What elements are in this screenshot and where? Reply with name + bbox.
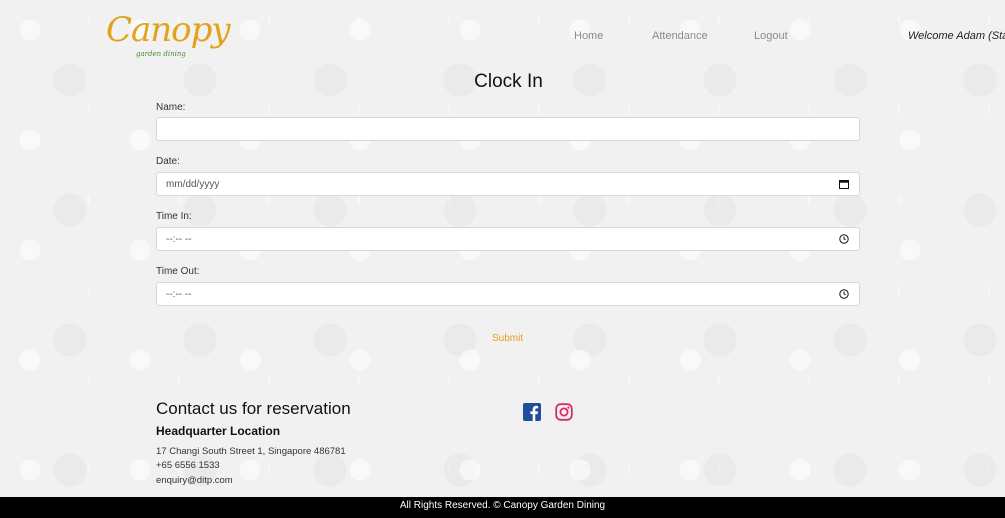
logo-text: Canopy — [106, 10, 231, 50]
time-in-label: Time In: — [156, 211, 192, 222]
footer: All Rights Reserved. © Canopy Garden Din… — [0, 497, 1005, 518]
copyright-text: All Rights Reserved. © Canopy Garden Din… — [399, 500, 606, 511]
date-placeholder: mm/dd/yyyy — [166, 179, 220, 190]
address-text: 17 Changi South Street 1, Singapore 4867… — [156, 446, 346, 457]
clock-icon[interactable] — [839, 289, 849, 299]
hq-location-title: Headquarter Location — [156, 424, 281, 438]
submit-button[interactable]: Submit — [492, 332, 523, 345]
phone-text: +65 6556 1533 — [156, 460, 220, 471]
logo-subtext: garden dining — [136, 50, 186, 58]
date-input[interactable]: mm/dd/yyyy — [156, 172, 860, 196]
nav-home-link[interactable]: Home — [574, 29, 603, 43]
clock-icon[interactable] — [839, 234, 849, 244]
calendar-icon[interactable] — [839, 179, 849, 189]
email-text: enquiry@ditp.com — [156, 475, 233, 486]
time-out-placeholder: --:-- -- — [166, 289, 192, 300]
time-in-input[interactable]: --:-- -- — [156, 227, 860, 251]
facebook-icon[interactable] — [523, 403, 541, 421]
name-label: Name: — [156, 102, 186, 113]
nav-attendance-link[interactable]: Attendance — [652, 29, 708, 43]
time-out-label: Time Out: — [156, 266, 200, 277]
canopy-logo[interactable]: Canopy garden dining — [106, 8, 231, 64]
name-input[interactable] — [156, 117, 860, 141]
contact-title: Contact us for reservation — [156, 399, 351, 418]
welcome-user-text: Welcome Adam (Staff — [908, 30, 1005, 42]
time-out-input[interactable]: --:-- -- — [156, 282, 860, 306]
page-title: Clock In — [474, 71, 543, 92]
time-in-placeholder: --:-- -- — [166, 234, 192, 245]
instagram-icon[interactable] — [555, 403, 573, 421]
nav-logout-link[interactable]: Logout — [754, 29, 788, 43]
date-label: Date: — [156, 156, 180, 167]
